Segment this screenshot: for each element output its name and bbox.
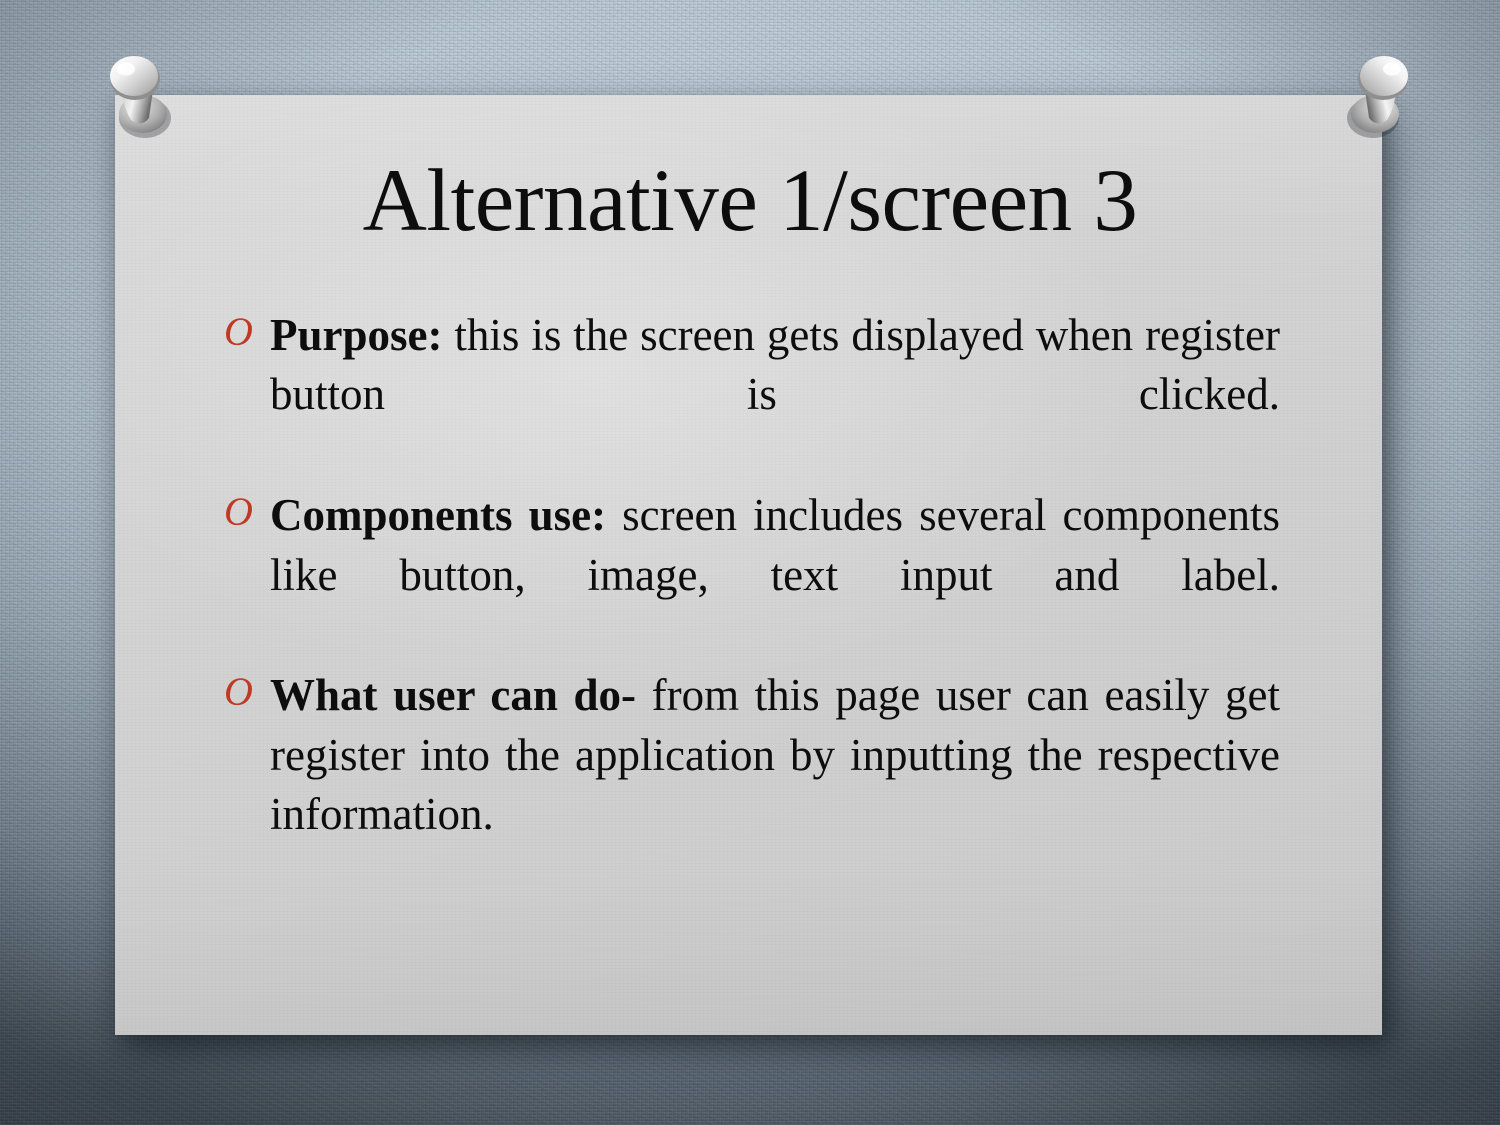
pushpin-icon: [110, 56, 171, 138]
list-item-text: Purpose: this is the screen gets display…: [270, 306, 1280, 484]
list-item: O Components use: screen includes severa…: [222, 486, 1280, 664]
list-item-lead: What user can do-: [270, 670, 636, 721]
list-item-text: What user can do- from this page user ca…: [270, 666, 1280, 904]
bullet-marker-icon: O: [224, 669, 253, 715]
slide-title: Alternative 1/screen 3: [362, 152, 1138, 250]
slide-canvas: Alternative 1/screen 3 O Purpose: this i…: [0, 0, 1500, 1125]
list-item-lead: Purpose:: [270, 310, 443, 360]
pushpin-icon: [1347, 56, 1408, 138]
list-item: O Purpose: this is the screen gets displ…: [222, 306, 1280, 484]
list-item: O What user can do- from this page user …: [222, 666, 1280, 904]
slide-body-content: O Purpose: this is the screen gets displ…: [222, 306, 1280, 906]
list-item-text: Components use: screen includes several …: [270, 486, 1280, 664]
bullet-marker-icon: O: [224, 309, 253, 354]
list-item-lead: Components use:: [270, 490, 607, 541]
bullet-marker-icon: O: [224, 489, 253, 535]
